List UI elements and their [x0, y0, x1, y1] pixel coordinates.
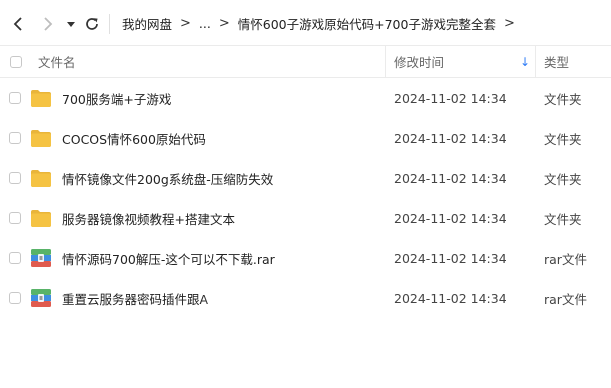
file-name[interactable]: 情怀源码700解压-这个可以不下载.rar — [62, 238, 382, 278]
column-divider — [535, 46, 536, 77]
file-name[interactable]: COCOS情怀600原始代码 — [62, 118, 382, 158]
file-modified-time: 2024-11-02 14:34 — [394, 290, 507, 306]
breadcrumb-ellipsis[interactable]: ... — [199, 16, 211, 31]
file-row[interactable]: 服务器镜像视频教程+搭建文本 2024-11-02 14:34 文件夹 — [0, 198, 611, 238]
rar-archive-icon — [30, 248, 52, 268]
refresh-button[interactable] — [82, 13, 102, 35]
file-row[interactable]: 情怀镜像文件200g系统盘-压缩防失效 2024-11-02 14:34 文件夹 — [0, 158, 611, 198]
history-dropdown-button[interactable] — [64, 13, 78, 35]
back-button[interactable] — [8, 13, 28, 35]
file-modified-time: 2024-11-02 14:34 — [394, 90, 507, 106]
toolbar: 我的网盘 > ... > 情怀600子游戏原始代码+700子游戏完整全套 > — [0, 0, 611, 46]
column-modified-header[interactable]: 修改时间 — [394, 46, 444, 77]
file-modified-time: 2024-11-02 14:34 — [394, 130, 507, 146]
sort-descending-icon[interactable]: ↓ — [520, 46, 530, 77]
file-modified-time: 2024-11-02 14:34 — [394, 170, 507, 186]
column-name-header[interactable]: 文件名 — [38, 46, 76, 77]
toolbar-divider — [109, 14, 110, 34]
file-name[interactable]: 服务器镜像视频教程+搭建文本 — [62, 198, 382, 238]
file-row-checkbox[interactable] — [9, 212, 21, 224]
file-name[interactable]: 700服务端+子游戏 — [62, 78, 382, 118]
file-row[interactable]: 700服务端+子游戏 2024-11-02 14:34 文件夹 — [0, 78, 611, 118]
breadcrumb-root[interactable]: 我的网盘 — [122, 14, 172, 33]
breadcrumb-separator-icon: > — [218, 15, 230, 31]
file-type: 文件夹 — [544, 211, 582, 227]
file-row-checkbox[interactable] — [9, 252, 21, 264]
breadcrumb-separator-icon: > — [180, 15, 191, 31]
file-row-checkbox[interactable] — [9, 132, 21, 144]
file-row[interactable]: 重置云服务器密码插件跟A 2024-11-02 14:34 rar文件 — [0, 278, 611, 318]
file-row[interactable]: COCOS情怀600原始代码 2024-11-02 14:34 文件夹 — [0, 118, 611, 158]
file-modified-time: 2024-11-02 14:34 — [394, 210, 507, 226]
column-type-header[interactable]: 类型 — [544, 46, 569, 77]
caret-down-icon — [67, 22, 75, 27]
blur-overlay — [200, 278, 400, 318]
folder-icon — [30, 88, 52, 108]
file-name[interactable]: 情怀镜像文件200g系统盘-压缩防失效 — [62, 158, 382, 198]
file-type: 文件夹 — [544, 91, 582, 107]
column-divider — [385, 46, 386, 77]
forward-arrow-icon — [44, 17, 53, 31]
folder-icon — [30, 208, 52, 228]
forward-button[interactable] — [38, 13, 58, 35]
select-all-checkbox[interactable] — [10, 56, 22, 68]
file-row[interactable]: 情怀源码700解压-这个可以不下载.rar 2024-11-02 14:34 rar… — [0, 238, 611, 278]
breadcrumb-current[interactable]: 情怀600子游戏原始代码+700子游戏完整全套 — [238, 14, 496, 33]
file-type: 文件夹 — [544, 131, 582, 147]
file-type: rar文件 — [544, 291, 587, 307]
breadcrumb: 我的网盘 > ... > 情怀600子游戏原始代码+700子游戏完整全套 > — [122, 0, 523, 46]
column-header: 文件名 修改时间 ↓ 类型 — [0, 46, 611, 78]
folder-icon — [30, 168, 52, 188]
back-arrow-icon — [13, 17, 22, 31]
file-type: 文件夹 — [544, 171, 582, 187]
folder-icon — [30, 128, 52, 148]
breadcrumb-separator-icon: > — [503, 15, 515, 31]
file-row-checkbox[interactable] — [9, 92, 21, 104]
rar-archive-icon — [30, 288, 52, 308]
refresh-icon — [86, 18, 98, 30]
file-row-checkbox[interactable] — [9, 172, 21, 184]
file-type: rar文件 — [544, 251, 587, 267]
file-row-checkbox[interactable] — [9, 292, 21, 304]
file-modified-time: 2024-11-02 14:34 — [394, 250, 507, 266]
